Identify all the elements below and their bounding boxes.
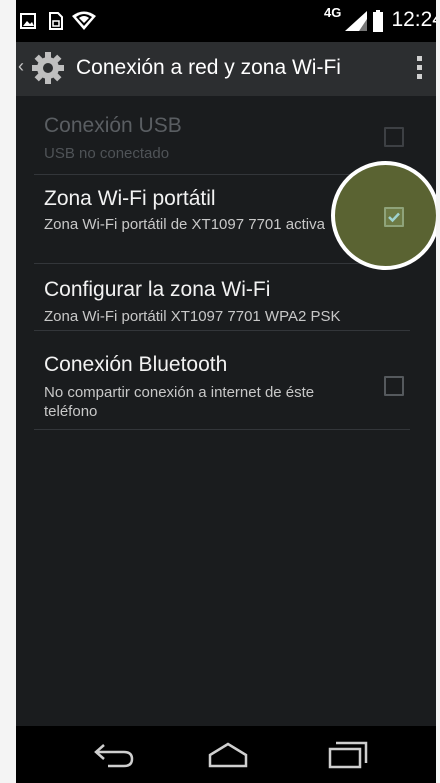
wifi-icon bbox=[72, 0, 96, 42]
setting-title: Zona Wi-Fi portátil bbox=[44, 187, 216, 210]
clock: 12:24 bbox=[391, 8, 436, 31]
setting-title: Configurar la zona Wi-Fi bbox=[44, 278, 271, 301]
phone-screen: 4G 12:24 ‹ bbox=[16, 0, 436, 783]
setting-bluetooth-tethering[interactable]: Conexión Bluetooth No compartir conexión… bbox=[34, 331, 410, 430]
home-icon[interactable] bbox=[188, 726, 268, 783]
navigation-bar bbox=[16, 726, 436, 783]
setting-usb-tethering: Conexión USB USB no conectado bbox=[34, 96, 410, 175]
portable-hotspot-checkbox[interactable] bbox=[384, 207, 404, 227]
setting-title: Conexión USB bbox=[44, 114, 182, 137]
image-notification-icon bbox=[20, 0, 36, 42]
settings-list: Conexión USB USB no conectado Zona Wi-Fi… bbox=[16, 96, 436, 726]
action-bar: ‹ Conexión a red y zona Wi-Fi bbox=[16, 42, 436, 97]
sim-icon bbox=[48, 0, 64, 42]
back-icon[interactable] bbox=[74, 726, 154, 783]
signal-icon bbox=[345, 0, 367, 42]
recent-apps-icon[interactable] bbox=[308, 726, 388, 783]
setting-summary: Zona Wi-Fi portátil XT1097 7701 WPA2 PSK bbox=[44, 308, 341, 325]
setting-title: Conexión Bluetooth bbox=[44, 353, 228, 376]
network-type-label: 4G bbox=[324, 5, 342, 20]
setting-summary: USB no conectado bbox=[44, 145, 170, 162]
setting-summary: Zona Wi-Fi portátil de XT1097 7701 activ… bbox=[44, 216, 325, 233]
page-title: Conexión a red y zona Wi-Fi bbox=[76, 56, 341, 79]
checkmark-icon bbox=[388, 212, 400, 223]
battery-icon bbox=[373, 0, 383, 42]
setting-configure-hotspot[interactable]: Configurar la zona Wi-Fi Zona Wi-Fi port… bbox=[34, 264, 410, 331]
settings-gear-icon[interactable] bbox=[30, 50, 66, 91]
usb-tethering-checkbox bbox=[384, 127, 404, 147]
back-chevron-icon[interactable]: ‹ bbox=[18, 56, 24, 77]
bluetooth-tethering-checkbox[interactable] bbox=[384, 376, 404, 396]
status-bar: 4G 12:24 bbox=[16, 0, 436, 42]
setting-summary: No compartir conexión a internet de éste… bbox=[44, 384, 315, 420]
overflow-menu-icon[interactable] bbox=[417, 56, 422, 83]
